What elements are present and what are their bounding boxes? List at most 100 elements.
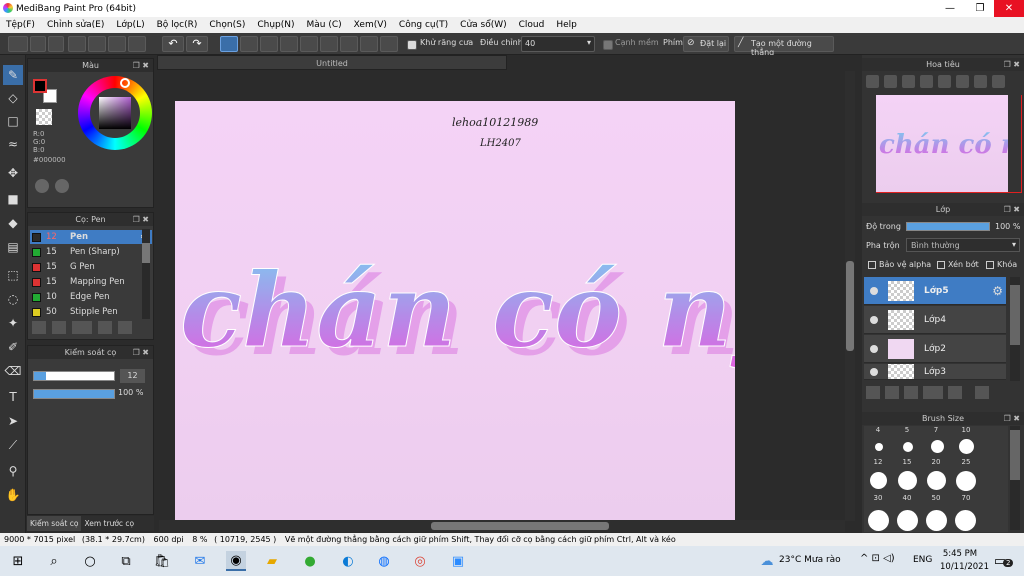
rotate-right-icon[interactable]	[974, 75, 987, 88]
brush-size-25[interactable]	[959, 439, 974, 454]
vanishing-snap-icon[interactable]	[280, 36, 298, 52]
layer-scrollbar[interactable]	[1010, 277, 1020, 381]
tab-brush-preview[interactable]: Xem trước cọ	[81, 516, 137, 531]
brush-size-50[interactable]	[927, 471, 946, 490]
tab-brush-control[interactable]: Kiểm soát cọ	[27, 516, 82, 531]
task-view-icon[interactable]: ⧉	[116, 551, 136, 571]
brush-size-40[interactable]	[898, 471, 917, 490]
redo-icon[interactable]: ↷	[186, 36, 208, 52]
parallel-snap-icon[interactable]	[240, 36, 258, 52]
layer-item-lop4[interactable]: Lớp4	[864, 306, 1006, 334]
panel-icon[interactable]	[128, 36, 146, 52]
brush-size-slider[interactable]	[33, 371, 115, 381]
panel-controls-icon[interactable]: ❐ ✖	[133, 59, 149, 72]
ellipse-snap-icon[interactable]	[360, 36, 378, 52]
menu-view[interactable]: Xem(V)	[348, 20, 393, 30]
grid-page-icon[interactable]	[108, 36, 126, 52]
brush-size-30[interactable]	[870, 472, 887, 489]
brush-size-200[interactable]	[926, 510, 947, 531]
vertical-scroll-thumb[interactable]	[846, 261, 854, 351]
actual-size-icon[interactable]	[956, 75, 969, 88]
store-icon[interactable]: 🛍	[152, 551, 172, 571]
eye-icon[interactable]	[870, 286, 878, 295]
snap-off-icon[interactable]	[220, 36, 238, 52]
brush-size-70[interactable]	[956, 471, 976, 491]
new-layer-icon[interactable]	[866, 386, 880, 399]
navigator-viewport-frame[interactable]	[876, 95, 1022, 193]
select-eraser-tool-icon[interactable]: ⌫	[3, 361, 23, 381]
menu-window[interactable]: Cửa sổ(W)	[454, 20, 512, 30]
zoom-out-icon[interactable]	[920, 75, 933, 88]
horizontal-scroll-thumb[interactable]	[431, 522, 609, 530]
brush-size-scrollbar[interactable]	[1010, 426, 1020, 530]
antialias-checkbox[interactable]	[407, 40, 417, 50]
transparent-swatch[interactable]	[36, 109, 52, 125]
zoom-in-icon[interactable]	[866, 75, 879, 88]
blend-mode-dropdown[interactable]: Bình thường ▾	[906, 238, 1020, 252]
eye-icon[interactable]	[870, 367, 878, 376]
cloud-icon[interactable]	[8, 36, 28, 52]
menu-filter[interactable]: Bộ lọc(R)	[151, 20, 204, 30]
curve-snap-icon[interactable]	[340, 36, 358, 52]
brush-item-pen[interactable]: 12Pen⚙	[30, 230, 152, 244]
bucket-tool-icon[interactable]: ◆	[3, 213, 23, 233]
horizontal-scrollbar[interactable]	[159, 520, 845, 532]
new-halftone-layer-icon[interactable]	[885, 386, 899, 399]
brush-item-g-pen[interactable]: 15 G Pen	[30, 260, 152, 274]
brush-size-15[interactable]	[903, 442, 913, 452]
panel-controls-icon[interactable]: ❐ ✖	[1004, 58, 1020, 71]
search-icon[interactable]: ⌕	[44, 551, 64, 571]
vertical-scrollbar[interactable]	[845, 71, 855, 521]
menu-cloud[interactable]: Cloud	[513, 20, 551, 30]
blur-tool-icon[interactable]: ≈	[3, 134, 23, 154]
layer-item-lop2[interactable]: Lớp2	[864, 335, 1006, 363]
minimize-button[interactable]: —	[935, 0, 965, 17]
menu-color[interactable]: Màu (C)	[301, 20, 348, 30]
new-brush-icon[interactable]	[52, 321, 66, 334]
operation-tool-icon[interactable]: ➤	[3, 411, 23, 431]
cortana-icon[interactable]: ○	[80, 551, 100, 571]
file-explorer-icon[interactable]: ▰	[262, 551, 282, 571]
app-green-icon[interactable]: ●	[300, 551, 320, 571]
dot-tool-icon[interactable]: □	[3, 111, 23, 131]
palette-icon[interactable]	[35, 179, 49, 193]
gear-icon[interactable]: ⚙	[992, 284, 1003, 298]
brush-size-100[interactable]	[868, 510, 889, 531]
color-wheel[interactable]	[78, 76, 152, 150]
move-tool-icon[interactable]: ✥	[3, 163, 23, 183]
text-tool-icon[interactable]: T	[3, 387, 23, 407]
zoom-in-alt-icon[interactable]	[884, 75, 897, 88]
eyedropper-tool-icon[interactable]: ⚲	[3, 461, 23, 481]
settings-snap-icon[interactable]	[380, 36, 398, 52]
upload-icon[interactable]	[30, 36, 46, 52]
brush-size-input[interactable]: 12	[120, 369, 145, 383]
brush-opacity-slider[interactable]	[33, 389, 115, 399]
radial-snap-icon[interactable]	[300, 36, 318, 52]
panel-controls-icon[interactable]: ❐ ✖	[133, 213, 149, 226]
eraser-tool-icon[interactable]: ◇	[3, 88, 23, 108]
add-layer-dropdown-icon[interactable]	[923, 386, 943, 399]
gradient-tool-icon[interactable]: ▤	[3, 237, 23, 257]
chat-icon[interactable]	[48, 36, 64, 52]
mail-icon[interactable]: ✉	[190, 551, 210, 571]
eye-icon[interactable]	[870, 344, 878, 353]
magic-wand-tool-icon[interactable]: ✦	[3, 313, 23, 333]
chrome-icon[interactable]: ◎	[410, 551, 430, 571]
brush-size-20[interactable]	[931, 440, 944, 453]
folder-icon[interactable]	[118, 321, 132, 334]
zalo-icon[interactable]: ◍	[374, 551, 394, 571]
layer-opacity-slider[interactable]	[906, 222, 990, 231]
reset-button[interactable]: ⊘ Đặt lại	[683, 36, 729, 52]
primary-color-swatch[interactable]	[33, 79, 47, 93]
flip-icon[interactable]	[992, 75, 1005, 88]
clipping-checkbox[interactable]	[937, 261, 945, 269]
lock-checkbox[interactable]	[986, 261, 994, 269]
drawing-canvas[interactable]: lehoa10121989 LH2407 chán có ny chán có …	[175, 101, 735, 523]
brush-size-150[interactable]	[897, 510, 918, 531]
close-button[interactable]: ✕	[994, 0, 1024, 17]
select-pen-tool-icon[interactable]: ✐	[3, 337, 23, 357]
duplicate-layer-icon[interactable]	[975, 386, 989, 399]
brush-item-pen-sharp[interactable]: 15 Pen (Sharp)	[30, 245, 152, 259]
menu-snap[interactable]: Chụp(N)	[251, 20, 300, 30]
brush-tool-icon[interactable]: ✎	[3, 65, 23, 85]
